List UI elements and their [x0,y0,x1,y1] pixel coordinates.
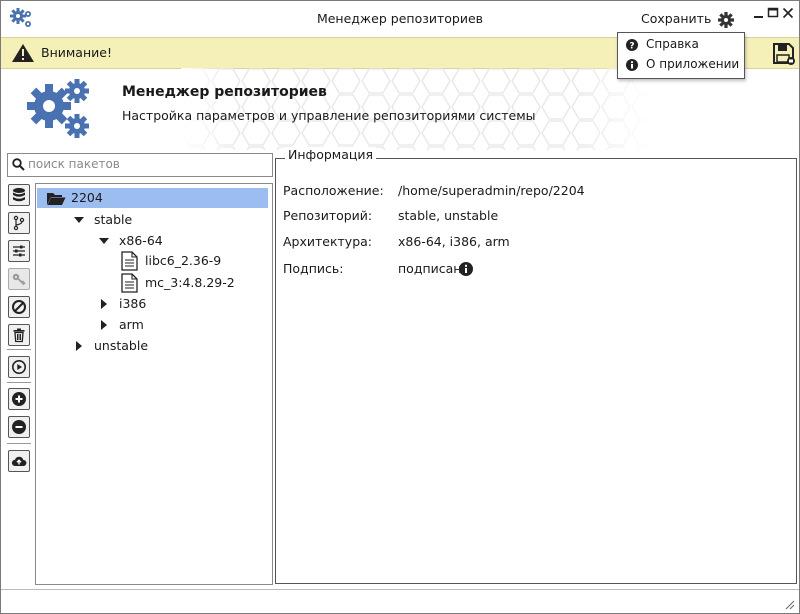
menu-item-label: Справка [646,37,699,51]
tree-node-arm[interactable]: arm [97,315,247,335]
tree-node-2204[interactable]: 2204 [37,188,268,208]
trash-icon [13,328,25,343]
menu-item-help[interactable]: ? Справка [618,35,744,55]
cloud-upload-icon [11,456,27,466]
ban-icon [12,300,26,314]
keys-button[interactable] [8,268,30,290]
toolbar-divider [7,349,31,350]
info-key: Архитектура: [283,234,373,249]
resize-grip-icon[interactable] [783,598,795,610]
tree-node-mc[interactable]: mc_3:4.8.29-2 [120,273,270,293]
title-bar: Менеджер репозиториев Сохранить [1,1,799,36]
collapsed-arrow-icon [101,320,107,330]
signature-info-icon[interactable] [459,262,473,276]
info-key: Репозиторий: [283,208,373,223]
key-icon [12,273,26,286]
save-disk-icon[interactable] [772,42,796,66]
info-row-architecture: Архитектура: x86-64, i386, arm [283,234,683,252]
tree-node-label: i386 [119,296,147,311]
gears-logo-icon [27,79,89,138]
info-value: /home/superadmin/repo/2204 [398,183,585,198]
tree-node-label: mc_3:4.8.29-2 [145,275,235,290]
expanded-arrow-icon [74,217,84,223]
tree-node-label: libc6_2.36-9 [145,253,222,268]
remove-button[interactable] [8,416,30,438]
run-button[interactable] [8,356,30,378]
warning-text: Внимание! [41,45,112,60]
upload-button[interactable] [8,450,30,472]
save-button[interactable]: Сохранить [641,11,711,26]
delete-button[interactable] [8,324,30,346]
tree-node-libc6[interactable]: libc6_2.36-9 [120,251,270,271]
app-window: Менеджер репозиториев Сохранить Внимание… [0,0,800,614]
tree-node-unstable[interactable]: unstable [72,336,222,356]
search-icon [12,158,25,171]
info-value: подписан [398,261,462,276]
menu-item-label: О приложении [646,57,740,71]
header-title: Менеджер репозиториев [122,84,327,100]
minimize-icon[interactable] [753,6,765,20]
play-icon [12,360,26,374]
branch-icon [13,215,25,231]
repositories-button[interactable] [8,184,30,206]
tree-node-x86-64[interactable]: x86-64 [97,231,247,251]
file-text-icon [121,273,138,293]
info-value: x86-64, i386, arm [398,234,510,249]
tree-node-label: stable [94,212,133,227]
toolbar-divider [7,443,31,444]
info-row-signature: Подпись: подписан [283,261,683,279]
database-icon [13,188,25,202]
file-text-icon [121,251,138,271]
collapsed-arrow-icon [101,299,107,309]
minus-circle-icon [12,420,26,434]
settings-gear-icon[interactable] [717,11,735,29]
info-row-location: Расположение: /home/superadmin/repo/2204 [283,183,683,201]
expanded-arrow-icon [99,238,109,244]
tree-node-label: x86-64 [119,233,163,248]
settings-dropdown-menu: ? Справка О приложении [617,32,745,79]
info-key: Подпись: [283,261,344,276]
close-icon[interactable] [782,6,794,20]
package-search[interactable] [7,153,273,177]
sliders-icon [13,245,25,257]
tree-node-label: 2204 [71,190,103,205]
branch-button[interactable] [8,212,30,234]
maximize-icon[interactable] [767,6,779,20]
tree-node-label: arm [119,317,144,332]
info-row-repository: Репозиторий: stable, unstable [283,208,683,226]
search-input[interactable] [28,156,266,172]
repository-tree[interactable]: 2204 stable x86-64 libc6_2.36-9 mc_3:4.8… [35,183,273,585]
settings-sliders-button[interactable] [8,240,30,262]
svg-text:?: ? [629,41,634,51]
collapsed-arrow-icon [76,341,82,351]
info-key: Расположение: [283,183,384,198]
header-banner: Менеджер репозиториев Настройка параметр… [1,68,799,150]
question-circle-icon: ? [626,39,638,51]
status-bar [1,589,799,613]
toolbar-divider [7,382,31,383]
tree-node-i386[interactable]: i386 [97,294,247,314]
block-button[interactable] [8,296,30,318]
info-circle-icon [626,59,638,71]
tree-node-label: unstable [94,338,149,353]
warning-triangle-icon [12,44,34,62]
add-button[interactable] [8,388,30,410]
folder-open-icon [47,193,66,205]
menu-item-about[interactable]: О приложении [618,55,744,75]
info-panel-title: Информация [285,147,377,162]
info-value: stable, unstable [398,208,499,223]
header-subtitle: Настройка параметров и управление репози… [122,108,536,123]
tree-node-stable[interactable]: stable [72,210,222,230]
plus-circle-icon [12,392,26,406]
